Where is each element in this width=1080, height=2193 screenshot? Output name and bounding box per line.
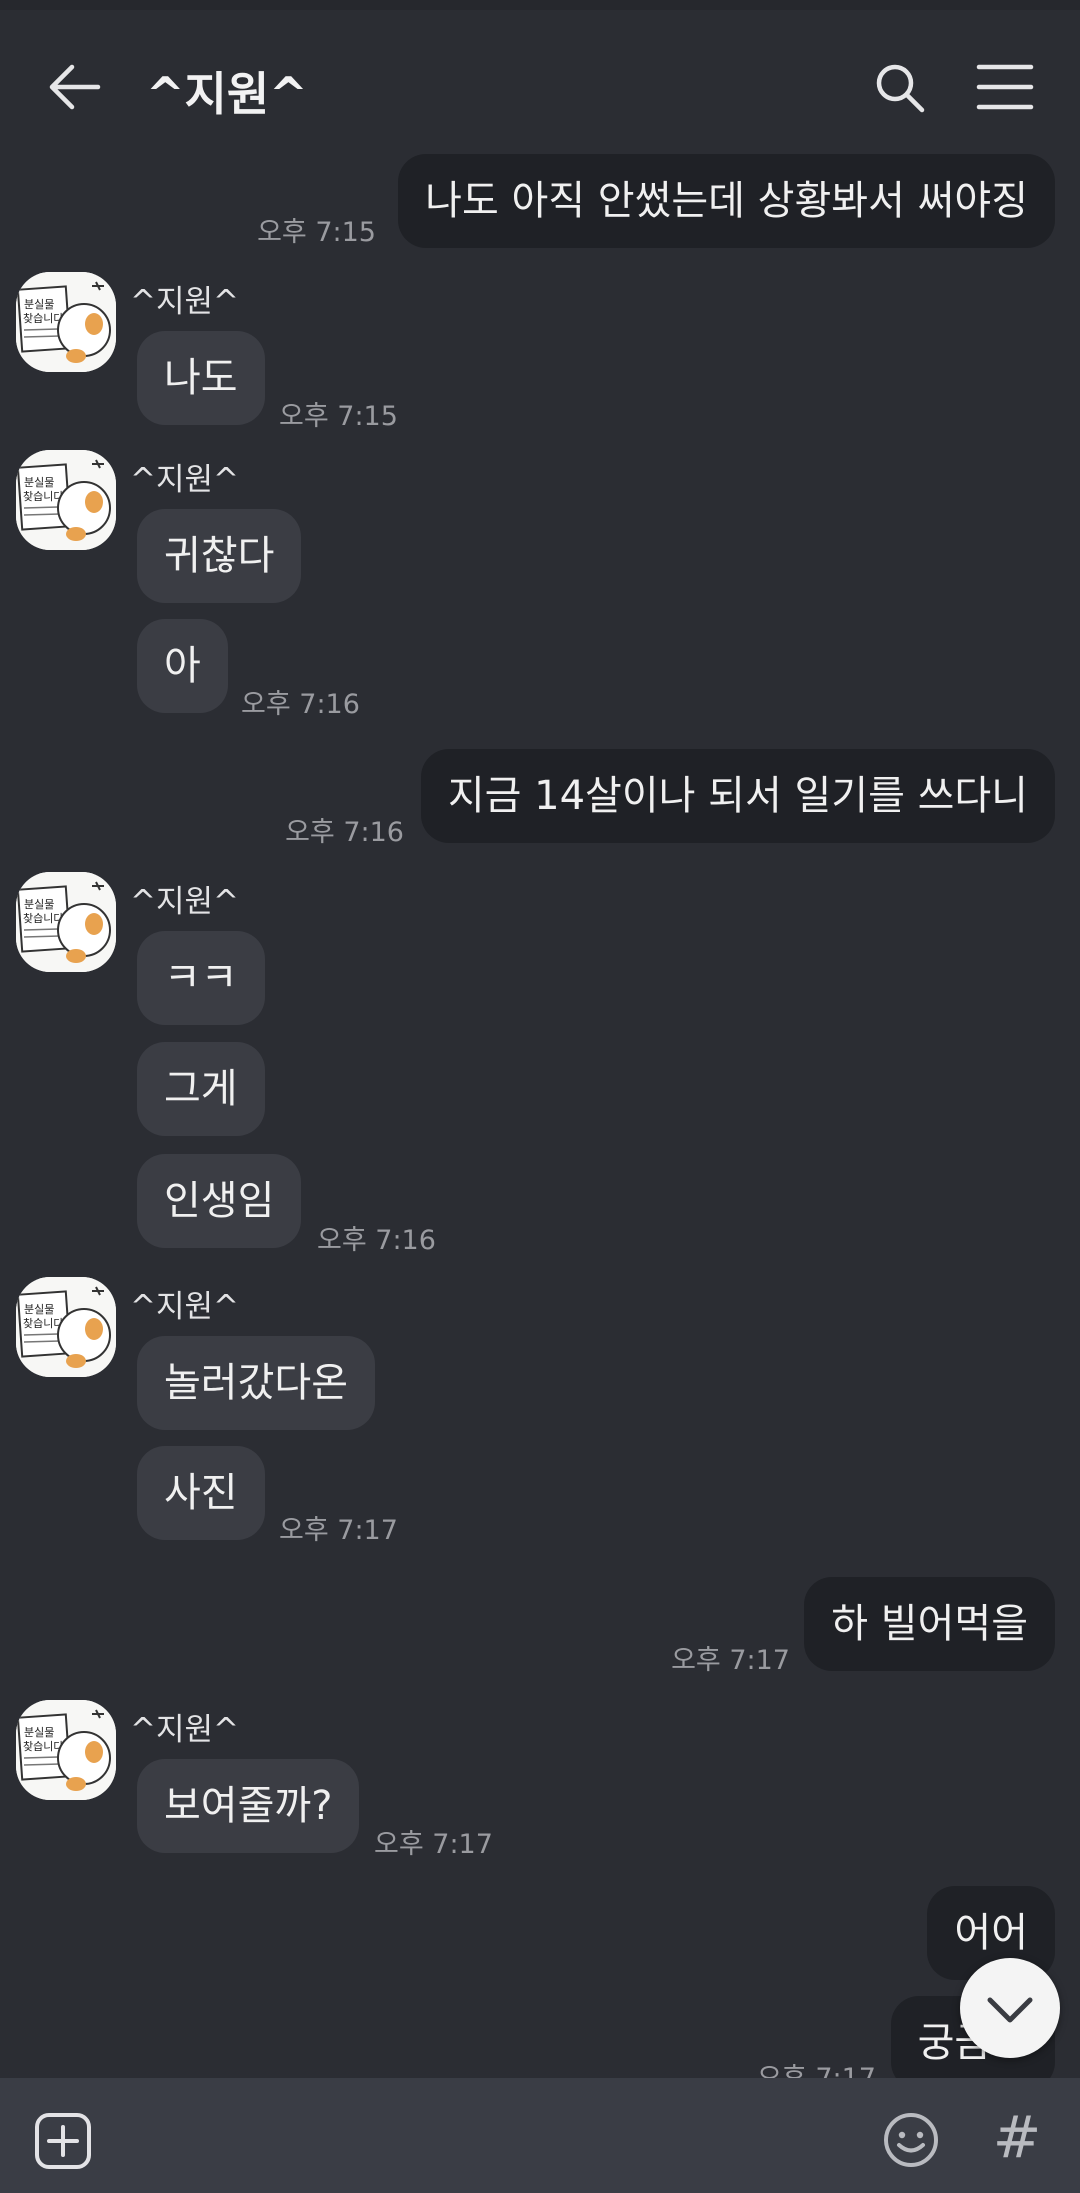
chat-header: ^지원^ [0, 10, 1080, 150]
message-bubble-incoming[interactable]: 사진 [137, 1446, 265, 1540]
message-time: 오후 7:16 [285, 817, 404, 848]
hashtag-icon: # [992, 2103, 1042, 2171]
message-text: 보여줄까? [164, 1783, 333, 1829]
message-bubble-outgoing[interactable]: 지금 14살이나 되서 일기를 쓰다니 [420, 749, 1055, 843]
smiley-icon [884, 2113, 938, 2167]
message-bubble-incoming[interactable]: ㅋㅋ [137, 931, 265, 1025]
svg-text:찾습니다: 찾습니다 [23, 312, 63, 325]
emoji-button[interactable] [882, 2111, 940, 2169]
sender-name: ^지원^ [130, 1712, 239, 1748]
message-time: 오후 7:16 [317, 1225, 436, 1256]
message-bubble-incoming[interactable]: 보여줄까? [137, 1759, 360, 1853]
avatar[interactable]: 분실물 찾습니다 [16, 272, 116, 372]
menu-button[interactable] [976, 62, 1034, 112]
message-text: 놀러갔다온 [164, 1360, 348, 1406]
cat-sign-avatar-image: 분실물 찾습니다 [16, 272, 116, 372]
svg-text:분실물: 분실물 [24, 298, 54, 311]
sender-name: ^지원^ [130, 462, 239, 498]
message-text: 나도 아직 안썼는데 상황봐서 써야징 [425, 178, 1028, 224]
message-bubble-incoming[interactable]: 인생임 [137, 1154, 302, 1248]
chevron-down-icon [987, 1997, 1033, 2023]
back-button[interactable] [44, 56, 106, 118]
message-bubble-outgoing[interactable]: 하 빌어먹을 [804, 1577, 1055, 1671]
svg-text:분실물: 분실물 [24, 1726, 54, 1739]
hamburger-menu-icon [976, 64, 1034, 110]
status-bar [0, 0, 1080, 10]
search-icon [876, 64, 925, 113]
message-text: 귀찮다 [164, 533, 275, 579]
avatar[interactable]: 분실물 찾습니다 [16, 1700, 116, 1800]
message-text: 하 빌어먹을 [831, 1601, 1028, 1647]
svg-text:찾습니다: 찾습니다 [23, 912, 63, 925]
message-list[interactable]: 나도 아직 안썼는데 상황봐서 써야징 오후 7:15 분실물 찾습니다 ^지원… [0, 150, 1080, 2078]
message-time: 오후 7:15 [257, 217, 376, 248]
message-text: 나도 [164, 355, 238, 401]
chat-title: ^지원^ [146, 67, 308, 121]
svg-text:분실물: 분실물 [24, 1303, 54, 1316]
message-text: 어어 [954, 1910, 1028, 1956]
svg-text:찾습니다: 찾습니다 [23, 1317, 63, 1330]
message-text: 지금 14살이나 되서 일기를 쓰다니 [447, 773, 1028, 819]
avatar[interactable]: 분실물 찾습니다 [16, 1277, 116, 1377]
arrow-left-icon [49, 64, 101, 110]
message-bubble-incoming[interactable]: 귀찮다 [137, 509, 302, 603]
plus-square-icon [35, 2113, 91, 2169]
cat-sign-avatar-image: 분실물 찾습니다 [16, 1700, 116, 1800]
hashtag-button[interactable]: # [990, 2102, 1044, 2172]
svg-text:찾습니다: 찾습니다 [23, 1740, 63, 1753]
sender-name: ^지원^ [130, 884, 239, 920]
message-text: 그게 [164, 1066, 238, 1112]
message-time: 오후 7:17 [374, 1829, 493, 1860]
cat-sign-avatar-image: 분실물 찾습니다 [16, 872, 116, 972]
message-time: 오후 7:15 [279, 401, 398, 432]
cat-sign-avatar-image: 분실물 찾습니다 [16, 1277, 116, 1377]
message-text: ㅋㅋ [164, 955, 238, 1001]
message-text: 사진 [164, 1470, 238, 1516]
message-text: 인생임 [164, 1178, 275, 1224]
attach-button[interactable] [34, 2112, 92, 2170]
input-bar: # [0, 2078, 1080, 2193]
svg-text:분실물: 분실물 [24, 476, 54, 489]
avatar[interactable]: 분실물 찾습니다 [16, 450, 116, 550]
svg-text:찾습니다: 찾습니다 [23, 490, 63, 503]
message-bubble-incoming[interactable]: 그게 [137, 1042, 265, 1136]
cat-sign-avatar-image: 분실물 찾습니다 [16, 450, 116, 550]
sender-name: ^지원^ [130, 284, 239, 320]
message-bubble-incoming[interactable]: 놀러갔다온 [137, 1336, 375, 1430]
message-time: 오후 7:17 [279, 1515, 398, 1546]
search-button[interactable] [872, 60, 928, 116]
message-bubble-outgoing[interactable]: 나도 아직 안썼는데 상황봐서 써야징 [398, 154, 1055, 248]
avatar[interactable]: 분실물 찾습니다 [16, 872, 116, 972]
message-text: 아 [164, 643, 201, 689]
message-time: 오후 7:16 [241, 689, 360, 720]
scroll-to-bottom-button[interactable] [960, 1958, 1060, 2058]
message-bubble-incoming[interactable]: 나도 [137, 331, 265, 425]
sender-name: ^지원^ [130, 1289, 239, 1325]
message-time: 오후 7:17 [757, 2056, 876, 2078]
message-bubble-incoming[interactable]: 아 [137, 619, 228, 713]
message-time: 오후 7:17 [671, 1645, 790, 1676]
svg-text:분실물: 분실물 [24, 898, 54, 911]
